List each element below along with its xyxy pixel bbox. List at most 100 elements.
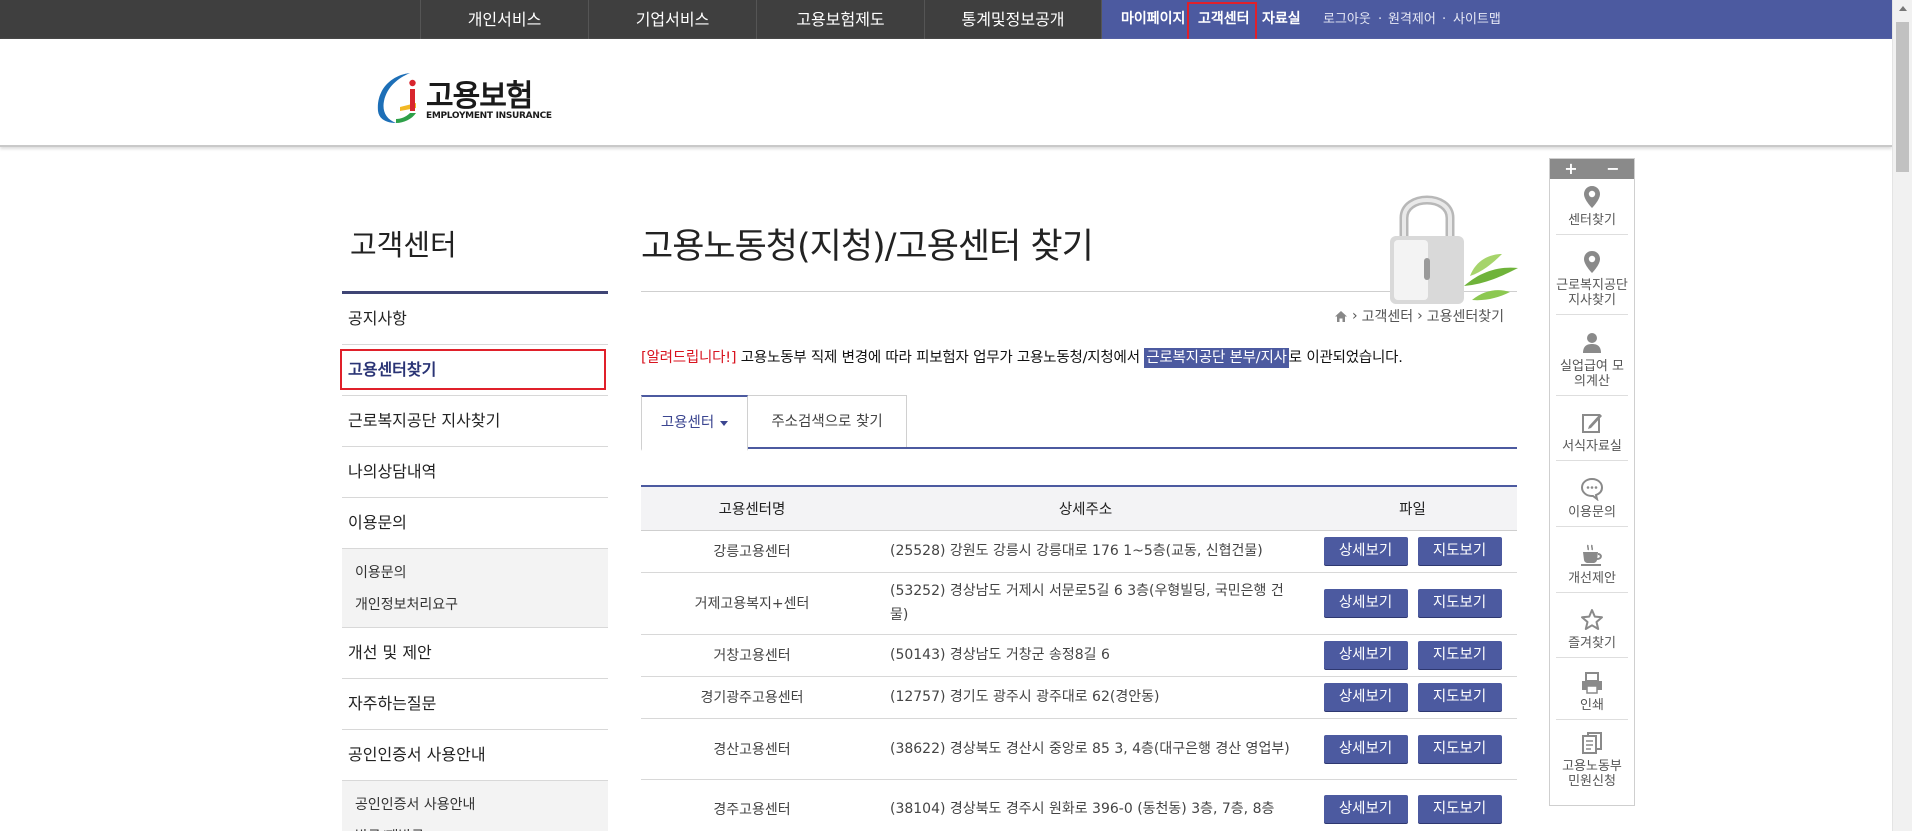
file-actions: 상세보기 지도보기 xyxy=(1308,676,1517,719)
breadcrumb: › 고객센터 › 고용센터찾기 xyxy=(1334,306,1504,326)
tab-employment-center[interactable]: 고용센터 xyxy=(641,395,748,451)
center-address: (53252) 경상남도 거제시 서문로5길 6 3층(우형빌딩, 국민은행 건… xyxy=(863,572,1308,635)
quick-item-moel-petition[interactable]: 고용노동부 민원신청 xyxy=(1556,731,1628,795)
map-button[interactable]: 지도보기 xyxy=(1417,589,1502,617)
file-actions: 상세보기 지도보기 xyxy=(1308,779,1517,831)
quick-item-label: 센터찾기 xyxy=(1568,213,1616,228)
menu-personal-service[interactable]: 개인서비스 xyxy=(420,0,588,39)
zoom-out-button[interactable]: − xyxy=(1592,159,1634,179)
page-scrollbar[interactable] xyxy=(1892,0,1912,831)
sidebar-item-faq[interactable]: 자주하는질문 xyxy=(342,679,608,730)
separator-dot: · xyxy=(1442,12,1447,27)
quick-item-benefit-calc[interactable]: 실업급여 모의계산 xyxy=(1556,331,1628,396)
detail-button[interactable]: 상세보기 xyxy=(1323,683,1408,711)
detail-button[interactable]: 상세보기 xyxy=(1323,641,1408,669)
detail-button[interactable]: 상세보기 xyxy=(1323,537,1408,565)
quick-item-inquiry[interactable]: 이용문의 xyxy=(1556,477,1628,527)
sidebar-subitem-privacy-request[interactable]: 개인정보처리요구 xyxy=(355,589,608,621)
notice-highlight: 근로복지공단 본부/지사 xyxy=(1144,348,1289,368)
remote-control-link[interactable]: 원격제어 xyxy=(1388,0,1436,39)
tab-address-search[interactable]: 주소검색으로 찾기 xyxy=(748,395,907,447)
detail-button[interactable]: 상세보기 xyxy=(1323,795,1408,823)
quick-item-forms[interactable]: 서식자료실 xyxy=(1556,411,1628,461)
quick-item-print[interactable]: 인쇄 xyxy=(1556,672,1628,720)
sidebar-item-suggestion[interactable]: 개선 및 제안 xyxy=(342,628,608,679)
data-room-link[interactable]: 자료실 xyxy=(1262,0,1301,39)
center-address: (50143) 경상남도 거창군 송정8길 6 xyxy=(863,634,1308,677)
quick-item-label: 근로복지공단 지사찾기 xyxy=(1556,278,1628,308)
scroll-up-arrow-icon[interactable] xyxy=(1893,0,1912,17)
quick-item-label: 개선제안 xyxy=(1568,571,1616,586)
center-name: 경기광주고용센터 xyxy=(641,676,863,719)
table-header-row: 고용센터명 상세주소 파일 xyxy=(641,485,1517,531)
sidebar-subitem-certificate-issue[interactable]: 발급/재발급 xyxy=(355,821,608,831)
site-logo[interactable]: 고용보험 EMPLOYMENT INSURANCE xyxy=(370,67,552,127)
sidebar-item-certificate[interactable]: 공인인증서 사용안내 xyxy=(342,730,608,781)
column-header: 상세주소 xyxy=(863,485,1308,531)
lock-illustration xyxy=(1380,180,1530,310)
file-actions: 상세보기 지도보기 xyxy=(1308,572,1517,635)
center-name: 경주고용센터 xyxy=(641,779,863,831)
breadcrumb-item[interactable]: 고객센터 xyxy=(1362,306,1414,326)
table-row: 거제고용복지+센터 (53252) 경상남도 거제시 서문로5길 6 3층(우형… xyxy=(641,572,1517,635)
scrollbar-thumb[interactable] xyxy=(1896,22,1909,172)
center-address: (38104) 경상북도 경주시 원화로 396-0 (동천동) 3층, 7층,… xyxy=(863,779,1308,831)
center-name: 경산고용센터 xyxy=(641,718,863,780)
menu-insurance-system[interactable]: 고용보험제도 xyxy=(756,0,924,39)
notice-text-end: 로 이관되었습니다. xyxy=(1288,350,1403,366)
center-address: (12757) 경기도 광주시 광주대로 62(경안동) xyxy=(863,676,1308,719)
logo-text: 고용보험 xyxy=(426,79,533,114)
quick-item-favorites[interactable]: 즐겨찾기 xyxy=(1556,608,1628,658)
home-icon[interactable] xyxy=(1334,310,1348,323)
caret-down-icon xyxy=(720,420,729,426)
quick-item-label: 즐겨찾기 xyxy=(1568,636,1616,651)
map-button[interactable]: 지도보기 xyxy=(1417,537,1502,565)
quick-item-label: 이용문의 xyxy=(1568,505,1616,520)
menu-business-service[interactable]: 기업서비스 xyxy=(588,0,756,39)
notice-message: [알려드립니다!] 고용노동부 직제 변경에 따라 피보험자 업무가 고용노동청… xyxy=(641,346,1403,368)
file-actions: 상세보기 지도보기 xyxy=(1308,530,1517,573)
table-row: 경산고용센터 (38622) 경상북도 경산시 중앙로 85 3, 4층(대구은… xyxy=(641,718,1517,780)
center-address: (38622) 경상북도 경산시 중앙로 85 3, 4층(대구은행 경산 영업… xyxy=(863,718,1308,780)
map-button[interactable]: 지도보기 xyxy=(1417,683,1502,711)
sidebar-item-find-branch[interactable]: 근로복지공단 지사찾기 xyxy=(342,396,608,447)
quick-item-suggestion[interactable]: 개선제안 xyxy=(1556,543,1628,593)
quick-item-label: 고용노동부 민원신청 xyxy=(1562,759,1622,789)
detail-button[interactable]: 상세보기 xyxy=(1323,734,1408,763)
my-page-link[interactable]: 마이페이지 xyxy=(1121,0,1185,39)
chat-icon xyxy=(1580,477,1604,501)
table-row: 경주고용센터 (38104) 경상북도 경주시 원화로 396-0 (동천동) … xyxy=(641,779,1517,831)
logout-link[interactable]: 로그아웃 xyxy=(1323,0,1371,39)
top-navigation-bar: 개인서비스 기업서비스 고용보험제도 통계및정보공개 마이페이지 고객센터 자료… xyxy=(0,0,1892,42)
quick-item-label: 서식자료실 xyxy=(1562,439,1622,454)
site-header: 고용보험 EMPLOYMENT INSURANCE xyxy=(0,39,1892,147)
tab-label: 고용센터 xyxy=(660,415,715,431)
person-icon xyxy=(1583,333,1601,353)
coffee-icon xyxy=(1581,544,1602,566)
quick-item-branch-find[interactable]: 근로복지공단 지사찾기 xyxy=(1556,250,1628,315)
menu-statistics[interactable]: 통계및정보공개 xyxy=(924,0,1102,39)
map-button[interactable]: 지도보기 xyxy=(1417,795,1502,823)
logo-subtitle: EMPLOYMENT INSURANCE xyxy=(426,111,552,121)
sidebar-item-my-consultation[interactable]: 나의상담내역 xyxy=(342,447,608,498)
map-button[interactable]: 지도보기 xyxy=(1417,641,1502,669)
highlight-box xyxy=(340,349,606,390)
detail-button[interactable]: 상세보기 xyxy=(1323,589,1408,617)
sidebar-item-inquiry[interactable]: 이용문의 xyxy=(342,498,608,549)
zoom-in-button[interactable]: + xyxy=(1550,159,1592,179)
map-button[interactable]: 지도보기 xyxy=(1417,734,1502,763)
breadcrumb-separator: › xyxy=(1417,308,1423,324)
sitemap-link[interactable]: 사이트맵 xyxy=(1453,0,1501,39)
table-row: 경기광주고용센터 (12757) 경기도 광주시 광주대로 62(경안동) 상세… xyxy=(641,676,1517,719)
notice-text: 고용노동부 직제 변경에 따라 피보험자 업무가 고용노동청/지청에서 xyxy=(736,350,1145,366)
quick-item-center-find[interactable]: 센터찾기 xyxy=(1556,185,1628,235)
quick-item-label: 실업급여 모의계산 xyxy=(1560,359,1624,389)
sidebar-subitem-certificate-guide[interactable]: 공인인증서 사용안내 xyxy=(355,789,608,821)
map-pin-icon xyxy=(1584,186,1600,208)
sidebar-item-notice[interactable]: 공지사항 xyxy=(342,294,608,345)
column-header: 고용센터명 xyxy=(641,485,863,531)
center-address: (25528) 강원도 강릉시 강릉대로 176 1~5층(교동, 신협건물) xyxy=(863,530,1308,573)
page-title: 고용노동청(지청)/고용센터 찾기 xyxy=(641,227,1094,267)
sidebar-title: 고객센터 xyxy=(350,228,457,262)
sidebar-subitem-inquiry[interactable]: 이용문의 xyxy=(355,557,608,589)
